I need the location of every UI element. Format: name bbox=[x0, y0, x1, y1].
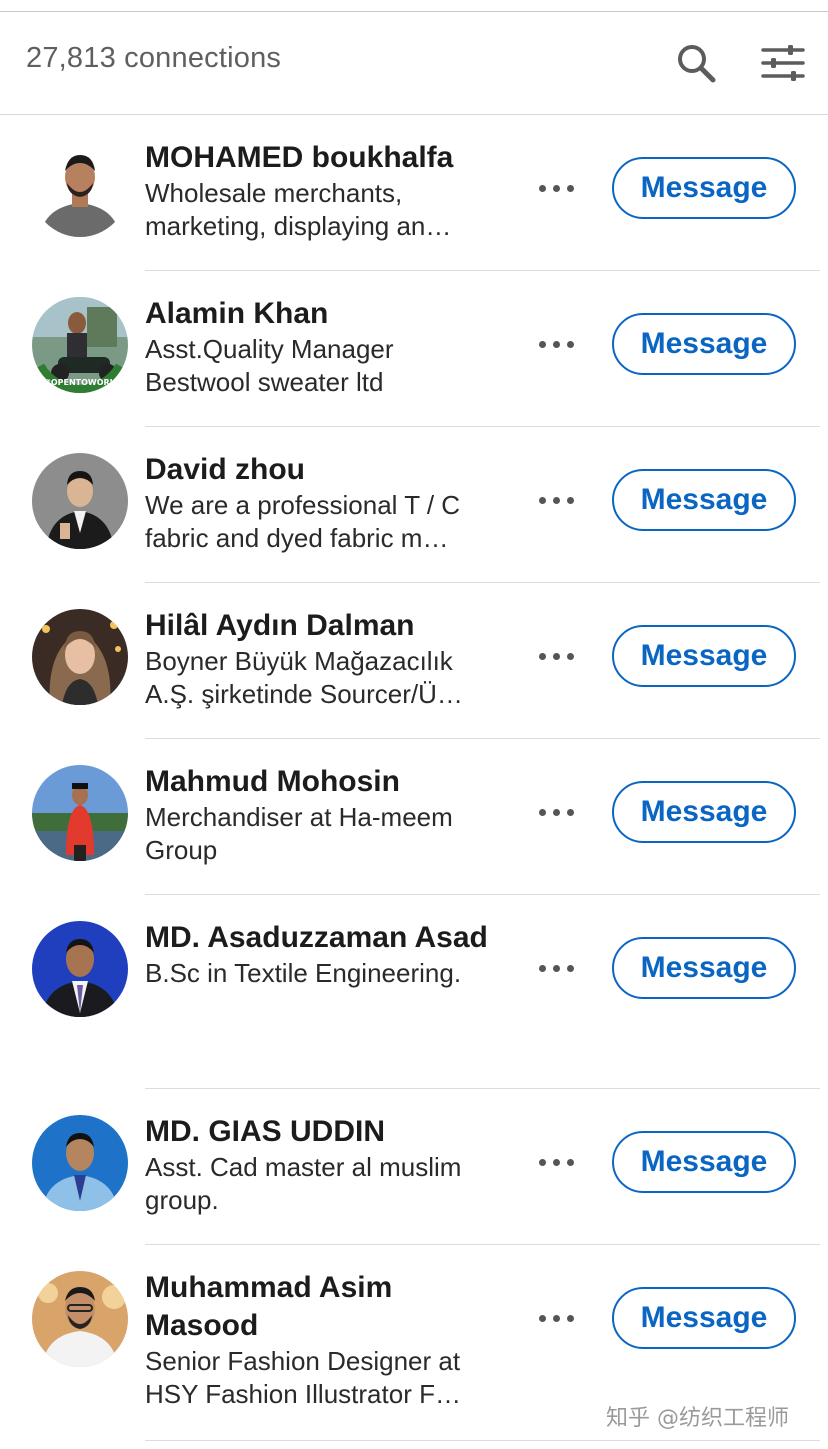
ellipsis-icon bbox=[535, 340, 577, 348]
connection-name[interactable]: David zhou bbox=[145, 451, 505, 489]
message-button[interactable]: Message bbox=[612, 1131, 796, 1193]
sliders-icon bbox=[761, 45, 805, 81]
connections-list: MOHAMED boukhalfa Wholesale merchants, m… bbox=[0, 115, 828, 1441]
connection-headline: Asst. Cad master al muslim group. bbox=[145, 1152, 462, 1215]
connection-name[interactable]: Mahmud Mohosin bbox=[145, 763, 505, 801]
ellipsis-icon bbox=[535, 964, 577, 972]
connection-row[interactable]: David zhou We are a professional T / C f… bbox=[0, 427, 828, 583]
filter-button[interactable] bbox=[760, 40, 806, 86]
more-options-button[interactable] bbox=[530, 326, 582, 362]
ellipsis-icon bbox=[535, 652, 577, 660]
connection-info: David zhou We are a professional T / C f… bbox=[145, 451, 505, 555]
connection-info: Hilâl Aydın Dalman Boyner Büyük Mağazacı… bbox=[145, 607, 505, 711]
connection-name[interactable]: Alamin Khan bbox=[145, 295, 505, 333]
message-button[interactable]: Message bbox=[612, 781, 796, 843]
more-options-button[interactable] bbox=[530, 1144, 582, 1180]
connection-info: MD. Asaduzzaman Asad B.Sc in Textile Eng… bbox=[145, 919, 505, 990]
connection-info: MOHAMED boukhalfa Wholesale merchants, m… bbox=[145, 139, 505, 243]
connection-name[interactable]: Hilâl Aydın Dalman bbox=[145, 607, 505, 645]
more-options-button[interactable] bbox=[530, 482, 582, 518]
more-options-button[interactable] bbox=[530, 170, 582, 206]
avatar[interactable] bbox=[32, 765, 128, 861]
connection-name[interactable]: Muhammad Asim Masood bbox=[145, 1269, 405, 1345]
connection-row[interactable]: MD. GIAS UDDIN Asst. Cad master al musli… bbox=[0, 1089, 828, 1245]
connection-name[interactable]: MD. Asaduzzaman Asad bbox=[145, 919, 505, 957]
message-button[interactable]: Message bbox=[612, 469, 796, 531]
more-options-button[interactable] bbox=[530, 794, 582, 830]
search-button[interactable] bbox=[673, 40, 719, 86]
connection-headline: Boyner Büyük Mağazacılık A.Ş. şirketinde… bbox=[145, 646, 463, 709]
ellipsis-icon bbox=[535, 1314, 577, 1322]
svg-text:#OPENTOWORK: #OPENTOWORK bbox=[44, 378, 117, 387]
connection-name[interactable]: MD. GIAS UDDIN bbox=[145, 1113, 505, 1151]
message-button[interactable]: Message bbox=[612, 937, 796, 999]
search-icon bbox=[678, 45, 716, 83]
avatar[interactable] bbox=[32, 921, 128, 1017]
avatar[interactable]: #OPENTOWORK bbox=[32, 297, 128, 393]
message-button[interactable]: Message bbox=[612, 1287, 796, 1349]
message-button[interactable]: Message bbox=[612, 157, 796, 219]
ellipsis-icon bbox=[535, 808, 577, 816]
watermark: 知乎 @纺织工程师 bbox=[606, 1406, 789, 1431]
connection-info: Mahmud Mohosin Merchandiser at Ha-meem G… bbox=[145, 763, 505, 867]
connection-row[interactable]: MD. Asaduzzaman Asad B.Sc in Textile Eng… bbox=[0, 895, 828, 1089]
ellipsis-icon bbox=[535, 1158, 577, 1166]
avatar[interactable] bbox=[32, 1271, 128, 1367]
connection-headline: Asst.Quality Manager Bestwool sweater lt… bbox=[145, 334, 394, 397]
connection-headline: Senior Fashion Designer at HSY Fashion I… bbox=[145, 1346, 461, 1409]
connection-row[interactable]: MOHAMED boukhalfa Wholesale merchants, m… bbox=[0, 115, 828, 271]
avatar[interactable] bbox=[32, 609, 128, 705]
message-button[interactable]: Message bbox=[612, 313, 796, 375]
connections-count: 27,813 connections bbox=[26, 42, 282, 74]
more-options-button[interactable] bbox=[530, 1300, 582, 1336]
avatar[interactable] bbox=[32, 1115, 128, 1211]
message-button[interactable]: Message bbox=[612, 625, 796, 687]
connection-headline: Wholesale merchants, marketing, displayi… bbox=[145, 178, 452, 241]
connection-info: Muhammad Asim Masood Senior Fashion Desi… bbox=[145, 1269, 505, 1411]
connection-row[interactable]: Hilâl Aydın Dalman Boyner Büyük Mağazacı… bbox=[0, 583, 828, 739]
connection-headline: B.Sc in Textile Engineering. bbox=[145, 958, 462, 988]
connection-headline: Merchandiser at Ha-meem Group bbox=[145, 802, 453, 865]
connection-headline: We are a professional T / C fabric and d… bbox=[145, 490, 461, 553]
more-options-button[interactable] bbox=[530, 950, 582, 986]
connection-info: Alamin Khan Asst.Quality Manager Bestwoo… bbox=[145, 295, 505, 399]
ellipsis-icon bbox=[535, 496, 577, 504]
connection-row[interactable]: #OPENTOWORK Alamin Khan Asst.Quality Man… bbox=[0, 271, 828, 427]
avatar[interactable] bbox=[32, 141, 128, 237]
more-options-button[interactable] bbox=[530, 638, 582, 674]
row-divider bbox=[145, 1440, 820, 1441]
avatar[interactable] bbox=[32, 453, 128, 549]
ellipsis-icon bbox=[535, 184, 577, 192]
connection-info: MD. GIAS UDDIN Asst. Cad master al musli… bbox=[145, 1113, 505, 1217]
connections-header: 27,813 connections bbox=[0, 12, 828, 115]
connection-row[interactable]: Mahmud Mohosin Merchandiser at Ha-meem G… bbox=[0, 739, 828, 895]
connection-name[interactable]: MOHAMED boukhalfa bbox=[145, 139, 505, 177]
